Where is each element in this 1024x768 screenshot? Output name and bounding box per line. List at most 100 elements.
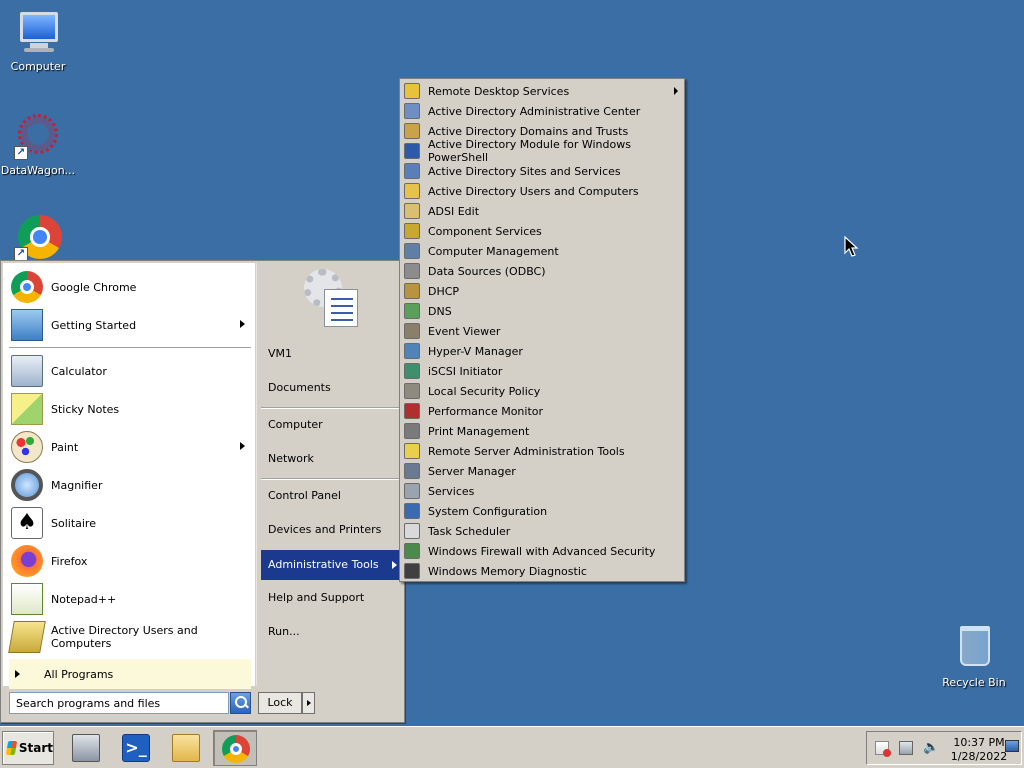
solitaire-icon: ♠ <box>11 507 43 539</box>
notepadpp-icon <box>11 583 43 615</box>
admin-tool-item[interactable]: Hyper-V Manager <box>400 341 684 361</box>
program-magnifier[interactable]: Magnifier <box>7 466 251 504</box>
place-vm1[interactable]: VM1 <box>261 339 403 369</box>
admin-tool-item[interactable]: Services <box>400 481 684 501</box>
place-computer[interactable]: Computer <box>261 410 403 440</box>
program-getting-started[interactable]: Getting Started <box>7 306 251 344</box>
clock-date[interactable]: 1/28/2022 <box>947 750 1011 763</box>
admin-tool-item[interactable]: Active Directory Administrative Center <box>400 101 684 121</box>
admin-tool-item[interactable]: Server Manager <box>400 461 684 481</box>
datawagon-icon: ↗ <box>14 112 62 160</box>
admin-tool-item[interactable]: Computer Management <box>400 241 684 261</box>
admin-tool-item[interactable]: Active Directory Module for Windows Powe… <box>400 138 684 164</box>
admin-tool-item[interactable]: Windows Firewall with Advanced Security <box>400 541 684 561</box>
admin-tool-icon <box>404 543 420 559</box>
shutdown-options-arrow-button[interactable] <box>302 692 315 714</box>
start-button[interactable]: Start <box>2 731 54 765</box>
admin-tool-label: Remote Desktop Services <box>428 84 570 98</box>
admin-tool-item[interactable]: DHCP <box>400 281 684 301</box>
desktop-icon-datawagon[interactable]: ↗ DataWagon... <box>0 112 76 177</box>
program-firefox[interactable]: Firefox <box>7 542 251 580</box>
taskbar-chrome[interactable] <box>213 730 257 766</box>
admin-tool-item[interactable]: Event Viewer <box>400 321 684 341</box>
admin-tool-icon <box>404 303 420 319</box>
show-desktop-icon[interactable] <box>1005 740 1019 752</box>
all-programs-button[interactable]: All Programs <box>9 659 251 689</box>
admin-tool-label: Print Management <box>428 424 530 438</box>
admin-tool-label: iSCSI Initiator <box>428 364 503 378</box>
admin-tool-icon <box>404 103 420 119</box>
start-label: Start <box>18 741 53 755</box>
program-label: Google Chrome <box>51 280 137 294</box>
desktop-icon-computer[interactable]: Computer <box>0 8 76 73</box>
action-center-flag-icon[interactable] <box>875 741 891 757</box>
network-icon[interactable] <box>899 741 913 755</box>
powershell-icon: >_ <box>122 734 150 762</box>
desktop-icon-chrome[interactable]: ↗ <box>0 213 76 265</box>
chrome-icon <box>222 735 250 763</box>
admin-tool-item[interactable]: Active Directory Sites and Services <box>400 161 684 181</box>
admin-tool-item[interactable]: System Configuration <box>400 501 684 521</box>
program-label: Magnifier <box>51 478 103 492</box>
admin-tool-label: Active Directory Users and Computers <box>428 184 639 198</box>
place-documents[interactable]: Documents <box>261 373 403 403</box>
places-separator <box>261 478 401 480</box>
start-menu-separator <box>9 347 251 349</box>
folder-icon <box>172 734 200 762</box>
place-network[interactable]: Network <box>261 444 403 474</box>
desktop-icon-recycle-bin[interactable]: Recycle Bin <box>936 624 1012 689</box>
administrative-tools-picture-icon <box>302 267 360 329</box>
program-google-chrome[interactable]: Google Chrome <box>7 268 251 306</box>
admin-tool-label: Windows Firewall with Advanced Security <box>428 544 656 558</box>
place-run[interactable]: Run... <box>261 617 403 647</box>
program-label: Sticky Notes <box>51 402 120 416</box>
submenu-arrow-icon <box>240 442 245 450</box>
admin-tool-item[interactable]: Remote Desktop Services <box>400 81 684 101</box>
admin-tool-label: Active Directory Administrative Center <box>428 104 641 118</box>
admin-tool-item[interactable]: ADSI Edit <box>400 201 684 221</box>
admin-tool-icon <box>404 123 420 139</box>
place-devices-and-printers[interactable]: Devices and Printers <box>261 515 403 545</box>
admin-tool-label: DHCP <box>428 284 460 298</box>
clock-time[interactable]: 10:37 PM <box>951 736 1007 749</box>
admin-tool-item[interactable]: Active Directory Users and Computers <box>400 181 684 201</box>
program-notepadpp[interactable]: Notepad++ <box>7 580 251 618</box>
search-input[interactable]: Search programs and files <box>9 692 229 714</box>
place-administrative-tools[interactable]: Administrative Tools <box>261 550 403 580</box>
admin-tool-item[interactable]: Data Sources (ODBC) <box>400 261 684 281</box>
program-sticky-notes[interactable]: Sticky Notes <box>7 390 251 428</box>
admin-tool-item[interactable]: Task Scheduler <box>400 521 684 541</box>
lock-button[interactable]: Lock <box>258 692 302 714</box>
admin-tool-label: System Configuration <box>428 504 548 518</box>
admin-tool-item[interactable]: Windows Memory Diagnostic <box>400 561 684 581</box>
program-solitaire[interactable]: ♠ Solitaire <box>7 504 251 542</box>
taskbar-powershell[interactable]: >_ <box>114 730 158 766</box>
search-icon[interactable] <box>230 692 251 714</box>
windows-logo-icon <box>5 741 18 755</box>
start-menu-places: VM1 Documents Computer Network Control P… <box>256 263 403 686</box>
program-paint[interactable]: Paint <box>7 428 251 466</box>
admin-tool-label: Active Directory Sites and Services <box>428 164 621 178</box>
program-ad-users-computers[interactable]: Active Directory Users and Computers <box>7 618 251 656</box>
admin-tool-icon <box>404 523 420 539</box>
admin-tool-item[interactable]: Component Services <box>400 221 684 241</box>
taskbar-explorer[interactable] <box>164 730 208 766</box>
admin-tool-item[interactable]: Local Security Policy <box>400 381 684 401</box>
taskbar-server-manager[interactable] <box>64 730 108 766</box>
volume-icon[interactable]: 🔈 <box>923 741 939 755</box>
start-menu-programs: Google Chrome Getting Started Calculator… <box>3 263 255 689</box>
submenu-arrow-icon <box>240 320 245 328</box>
start-menu-bottom-bar: Search programs and files Lock <box>3 689 403 721</box>
admin-tool-item[interactable]: DNS <box>400 301 684 321</box>
program-calculator[interactable]: Calculator <box>7 352 251 390</box>
admin-tool-icon <box>404 283 420 299</box>
admin-tool-item[interactable]: iSCSI Initiator <box>400 361 684 381</box>
admin-tool-icon <box>404 443 420 459</box>
place-help-and-support[interactable]: Help and Support <box>261 583 403 613</box>
admin-tool-item[interactable]: Performance Monitor <box>400 401 684 421</box>
place-control-panel[interactable]: Control Panel <box>261 481 403 511</box>
admin-tool-label: ADSI Edit <box>428 204 480 218</box>
admin-tool-item[interactable]: Print Management <box>400 421 684 441</box>
firefox-icon <box>11 545 43 577</box>
admin-tool-item[interactable]: Remote Server Administration Tools <box>400 441 684 461</box>
